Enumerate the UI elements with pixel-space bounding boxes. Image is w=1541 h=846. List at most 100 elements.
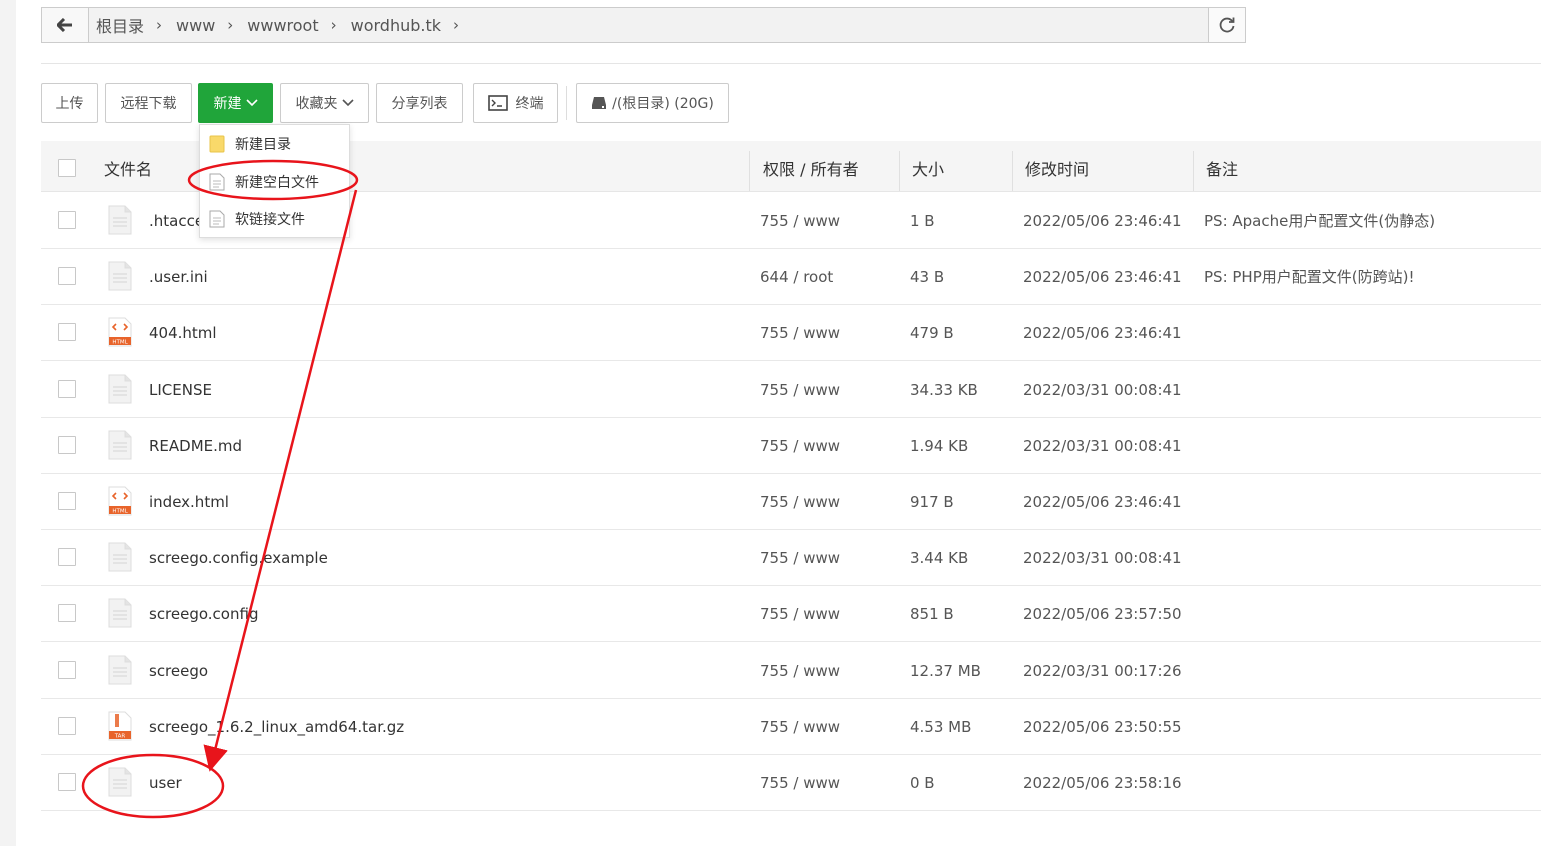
breadcrumb-item-www[interactable]: www [176, 16, 215, 35]
upload-label: 上传 [55, 96, 84, 112]
column-header-perm[interactable]: 权限 / 所有者 [763, 141, 859, 191]
disk-label: /(根目录) (20G) [612, 96, 714, 112]
file-size: 34.33 KB [910, 380, 978, 399]
file-name[interactable]: 404.html [149, 304, 217, 360]
column-header-size[interactable]: 大小 [912, 141, 944, 191]
new-button[interactable]: 新建 [198, 83, 273, 123]
row-checkbox[interactable] [58, 548, 76, 567]
file-size: 479 B [910, 324, 954, 343]
file-name[interactable]: screego.config [149, 585, 258, 641]
file-note: PS: PHP用户配置文件(防跨站)! [1204, 268, 1415, 287]
remote-download-label: 远程下载 [120, 96, 177, 112]
breadcrumb-bar: 根目录 › www › wwwroot › wordhub.tk › [41, 7, 1246, 43]
table-row[interactable]: HTML 404.html 755 / www 479 B 2022/05/06 23:… [41, 304, 1541, 362]
file-icon [108, 598, 132, 628]
file-name[interactable]: LICENSE [149, 361, 212, 417]
refresh-button[interactable] [1208, 8, 1245, 42]
file-mtime: 2022/05/06 23:50:55 [1023, 717, 1182, 736]
file-permission[interactable]: 755 / www [760, 642, 840, 698]
file-size: 12.37 MB [910, 661, 981, 680]
file-name[interactable]: .user.ini [149, 248, 208, 304]
file-type-label: HTML [112, 340, 128, 346]
file-mtime: 2022/05/06 23:46:41 [1023, 268, 1182, 287]
file-size: 917 B [910, 493, 954, 511]
row-checkbox[interactable] [58, 716, 76, 735]
column-divider [1193, 151, 1194, 191]
chevron-right-icon: › [227, 16, 234, 34]
file-name[interactable]: user [149, 754, 182, 810]
breadcrumb-item-wordhub[interactable]: wordhub.tk [351, 16, 441, 35]
html-file-icon: HTML [108, 486, 132, 516]
column-header-name[interactable]: 文件名 [104, 141, 152, 191]
arrow-left-icon [57, 18, 72, 32]
row-checkbox[interactable] [58, 323, 76, 342]
row-checkbox[interactable] [58, 267, 76, 286]
select-all-checkbox[interactable] [58, 159, 76, 177]
table-row[interactable]: LICENSE 755 / www 34.33 KB 2022/03/31 00:08… [41, 361, 1541, 418]
file-mtime: 2022/03/31 00:08:41 [1023, 549, 1182, 568]
row-checkbox[interactable] [58, 379, 76, 398]
file-name[interactable]: screego [149, 642, 208, 698]
new-dropdown-menu: 新建目录 新建空白文件 软链接文件 [199, 124, 350, 238]
file-icon [108, 767, 132, 797]
file-permission[interactable]: 755 / www [760, 417, 840, 473]
row-checkbox[interactable] [58, 435, 76, 454]
file-permission[interactable]: 644 / root [760, 248, 833, 304]
upload-button[interactable]: 上传 [41, 83, 98, 123]
file-name[interactable]: README.md [149, 417, 242, 473]
disk-button[interactable]: /(根目录) (20G) [576, 83, 729, 123]
terminal-button[interactable]: 终端 [473, 83, 558, 123]
menu-item-new-blank-file[interactable]: 新建空白文件 [200, 164, 349, 200]
back-button[interactable] [42, 8, 89, 42]
file-permission[interactable]: 755 / www [760, 361, 840, 417]
table-row[interactable]: README.md 755 / www 1.94 KB 2022/03/31 00:0… [41, 417, 1541, 474]
share-list-button[interactable]: 分享列表 [376, 83, 463, 123]
file-icon [108, 542, 132, 572]
file-mtime: 2022/05/06 23:46:41 [1023, 493, 1182, 511]
chevron-down-icon [245, 99, 258, 107]
file-name[interactable]: screego.config.example [149, 529, 328, 585]
file-icon [108, 655, 132, 685]
favorites-button[interactable]: 收藏夹 [280, 83, 369, 123]
row-checkbox[interactable] [58, 211, 76, 229]
column-divider [899, 151, 900, 191]
menu-item-new-folder[interactable]: 新建目录 [200, 126, 349, 162]
row-checkbox[interactable] [58, 773, 76, 791]
file-permission[interactable]: 755 / www [760, 698, 840, 754]
column-header-note[interactable]: 备注 [1206, 141, 1238, 191]
table-row[interactable]: screego.config 755 / www 851 B 2022/05/06 2… [41, 585, 1541, 643]
breadcrumb-item-root[interactable]: 根目录 [96, 13, 144, 37]
file-size: 43 B [910, 268, 945, 287]
breadcrumb-item-wwwroot[interactable]: wwwroot [247, 16, 318, 35]
chevron-right-icon: › [156, 16, 163, 34]
row-checkbox[interactable] [58, 660, 76, 679]
file-permission[interactable]: 755 / www [760, 192, 840, 248]
table-row[interactable]: HTML index.html 755 / www 917 B 2022/05/06 2… [41, 473, 1541, 530]
menu-item-label: 新建空白文件 [235, 175, 319, 191]
row-checkbox[interactable] [58, 492, 76, 510]
menu-item-symlink[interactable]: 软链接文件 [200, 201, 349, 237]
column-divider [1012, 151, 1013, 191]
file-type-label: HTML [112, 509, 128, 515]
file-permission[interactable]: 755 / www [760, 754, 840, 810]
menu-item-label: 软链接文件 [235, 212, 305, 228]
share-list-label: 分享列表 [391, 96, 448, 112]
row-checkbox[interactable] [58, 604, 76, 623]
table-row[interactable]: .user.ini 644 / root 43 B 2022/05/06 23:46:… [41, 248, 1541, 306]
file-permission[interactable]: 755 / www [760, 585, 840, 641]
file-permission[interactable]: 755 / www [760, 529, 840, 585]
table-row[interactable]: user 755 / www 0 B 2022/05/06 23:58:16 [41, 754, 1541, 811]
file-mtime: 2022/05/06 23:46:41 [1023, 212, 1182, 230]
file-name[interactable]: index.html [149, 473, 229, 529]
html-file-icon: HTML [108, 317, 132, 347]
file-permission[interactable]: 755 / www [760, 473, 840, 529]
file-permission[interactable]: 755 / www [760, 304, 840, 360]
remote-download-button[interactable]: 远程下载 [105, 83, 192, 123]
table-row[interactable]: screego 755 / www 12.37 MB 2022/03/31 00:17… [41, 642, 1541, 699]
file-name[interactable]: screego_1.6.2_linux_amd64.tar.gz [149, 698, 404, 754]
table-row[interactable]: screego.config.example 755 / www 3.44 KB 20… [41, 529, 1541, 587]
table-row[interactable]: TAR screego_1.6.2_linux_amd64.tar.gz 755 /… [41, 698, 1541, 755]
column-header-mtime[interactable]: 修改时间 [1025, 141, 1089, 191]
favorites-label: 收藏夹 [295, 96, 338, 112]
file-mtime: 2022/03/31 00:08:41 [1023, 380, 1182, 399]
